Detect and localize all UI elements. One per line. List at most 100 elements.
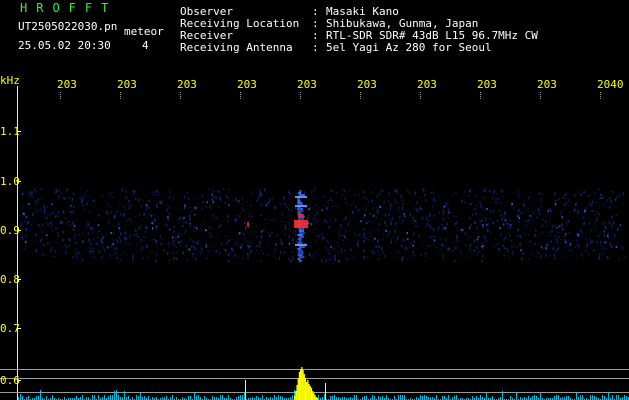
noise-pixel [133, 192, 136, 195]
noise-pixel [524, 205, 526, 208]
noise-pixel [189, 238, 192, 241]
noise-pixel [588, 202, 591, 205]
noise-pixel [401, 216, 404, 218]
spectrum-bar [116, 390, 117, 400]
noise-pixel [443, 225, 445, 228]
noise-pixel [262, 230, 265, 232]
noise-pixel [42, 253, 45, 257]
noise-pixel [204, 237, 207, 239]
meteor-echo-pixel [297, 258, 301, 260]
noise-pixel [75, 255, 78, 257]
noise-pixel [227, 253, 230, 257]
noise-pixel [176, 208, 178, 210]
noise-pixel [438, 226, 440, 229]
noise-pixel [561, 223, 563, 227]
meteor-echo-pixel [297, 218, 304, 220]
noise-pixel [519, 224, 521, 226]
noise-pixel [354, 194, 357, 197]
noise-pixel [565, 196, 568, 198]
spectrum-bar [594, 396, 595, 400]
noise-pixel [36, 199, 39, 203]
noise-pixel [99, 230, 101, 232]
noise-pixel [593, 223, 596, 226]
noise-pixel [291, 224, 293, 227]
noise-pixel [253, 222, 255, 224]
noise-pixel [347, 239, 350, 242]
noise-pixel [447, 208, 450, 212]
noise-pixel [609, 221, 611, 225]
noise-pixel [475, 213, 477, 215]
noise-pixel [187, 206, 190, 208]
noise-pixel [459, 212, 461, 214]
noise-bright-pixel [205, 229, 207, 231]
noise-pixel [82, 199, 84, 201]
noise-pixel [493, 222, 495, 224]
noise-pixel [172, 231, 175, 233]
x-tick-mark [240, 92, 241, 93]
noise-bright-pixel [476, 238, 479, 241]
marker-line [325, 383, 326, 400]
noise-pixel [467, 203, 470, 205]
noise-pixel [560, 211, 562, 214]
noise-bright-pixel [195, 227, 198, 230]
noise-pixel [427, 245, 429, 248]
noise-pixel [483, 188, 486, 192]
noise-pixel [235, 198, 237, 201]
noise-pixel [416, 201, 418, 205]
noise-pixel [429, 214, 431, 218]
noise-pixel [40, 208, 42, 212]
noise-pixel [77, 251, 80, 254]
noise-pixel [331, 199, 333, 202]
noise-pixel [33, 207, 35, 209]
noise-bright-pixel [194, 213, 196, 216]
noise-pixel [196, 221, 199, 223]
noise-pixel [62, 239, 64, 242]
meteor-echo-pixel [297, 242, 303, 244]
noise-pixel [189, 217, 191, 221]
noise-pixel [475, 194, 478, 198]
noise-pixel [456, 242, 459, 244]
noise-pixel [382, 233, 384, 236]
noise-pixel [433, 214, 436, 217]
noise-pixel [419, 205, 421, 209]
noise-pixel [314, 214, 316, 217]
noise-pixel [523, 203, 525, 207]
noise-pixel [378, 223, 380, 226]
noise-pixel [363, 196, 365, 199]
noise-pixel [193, 208, 195, 211]
noise-pixel [158, 223, 160, 225]
noise-pixel [90, 247, 92, 249]
noise-pixel [586, 244, 588, 246]
noise-pixel [621, 246, 624, 250]
noise-pixel [569, 211, 571, 213]
x-tick-mark [360, 92, 361, 93]
noise-pixel [174, 244, 176, 248]
noise-pixel [264, 217, 267, 221]
meteor-echo-core [294, 220, 308, 228]
noise-pixel [106, 211, 108, 215]
noise-pixel [283, 250, 286, 254]
noise-pixel [118, 224, 120, 226]
noise-pixel [179, 216, 182, 219]
noise-pixel [45, 217, 48, 219]
noise-pixel [268, 198, 271, 202]
noise-pixel [535, 199, 537, 201]
noise-pixel [66, 245, 69, 248]
noise-pixel [125, 189, 127, 191]
noise-pixel [231, 239, 233, 241]
spectrum-bar [476, 396, 477, 400]
noise-pixel [183, 232, 186, 235]
noise-pixel [447, 247, 449, 251]
noise-pixel [468, 247, 471, 251]
noise-pixel [313, 197, 315, 200]
noise-pixel [291, 255, 293, 257]
meteor-burst-bar [312, 391, 314, 400]
noise-pixel [539, 212, 541, 215]
noise-pixel [383, 201, 385, 204]
noise-pixel [193, 230, 195, 232]
noise-pixel [463, 192, 465, 196]
noise-bright-pixel [545, 247, 547, 250]
noise-bright-pixel [414, 219, 417, 222]
noise-pixel [491, 221, 493, 225]
noise-pixel [135, 229, 137, 232]
